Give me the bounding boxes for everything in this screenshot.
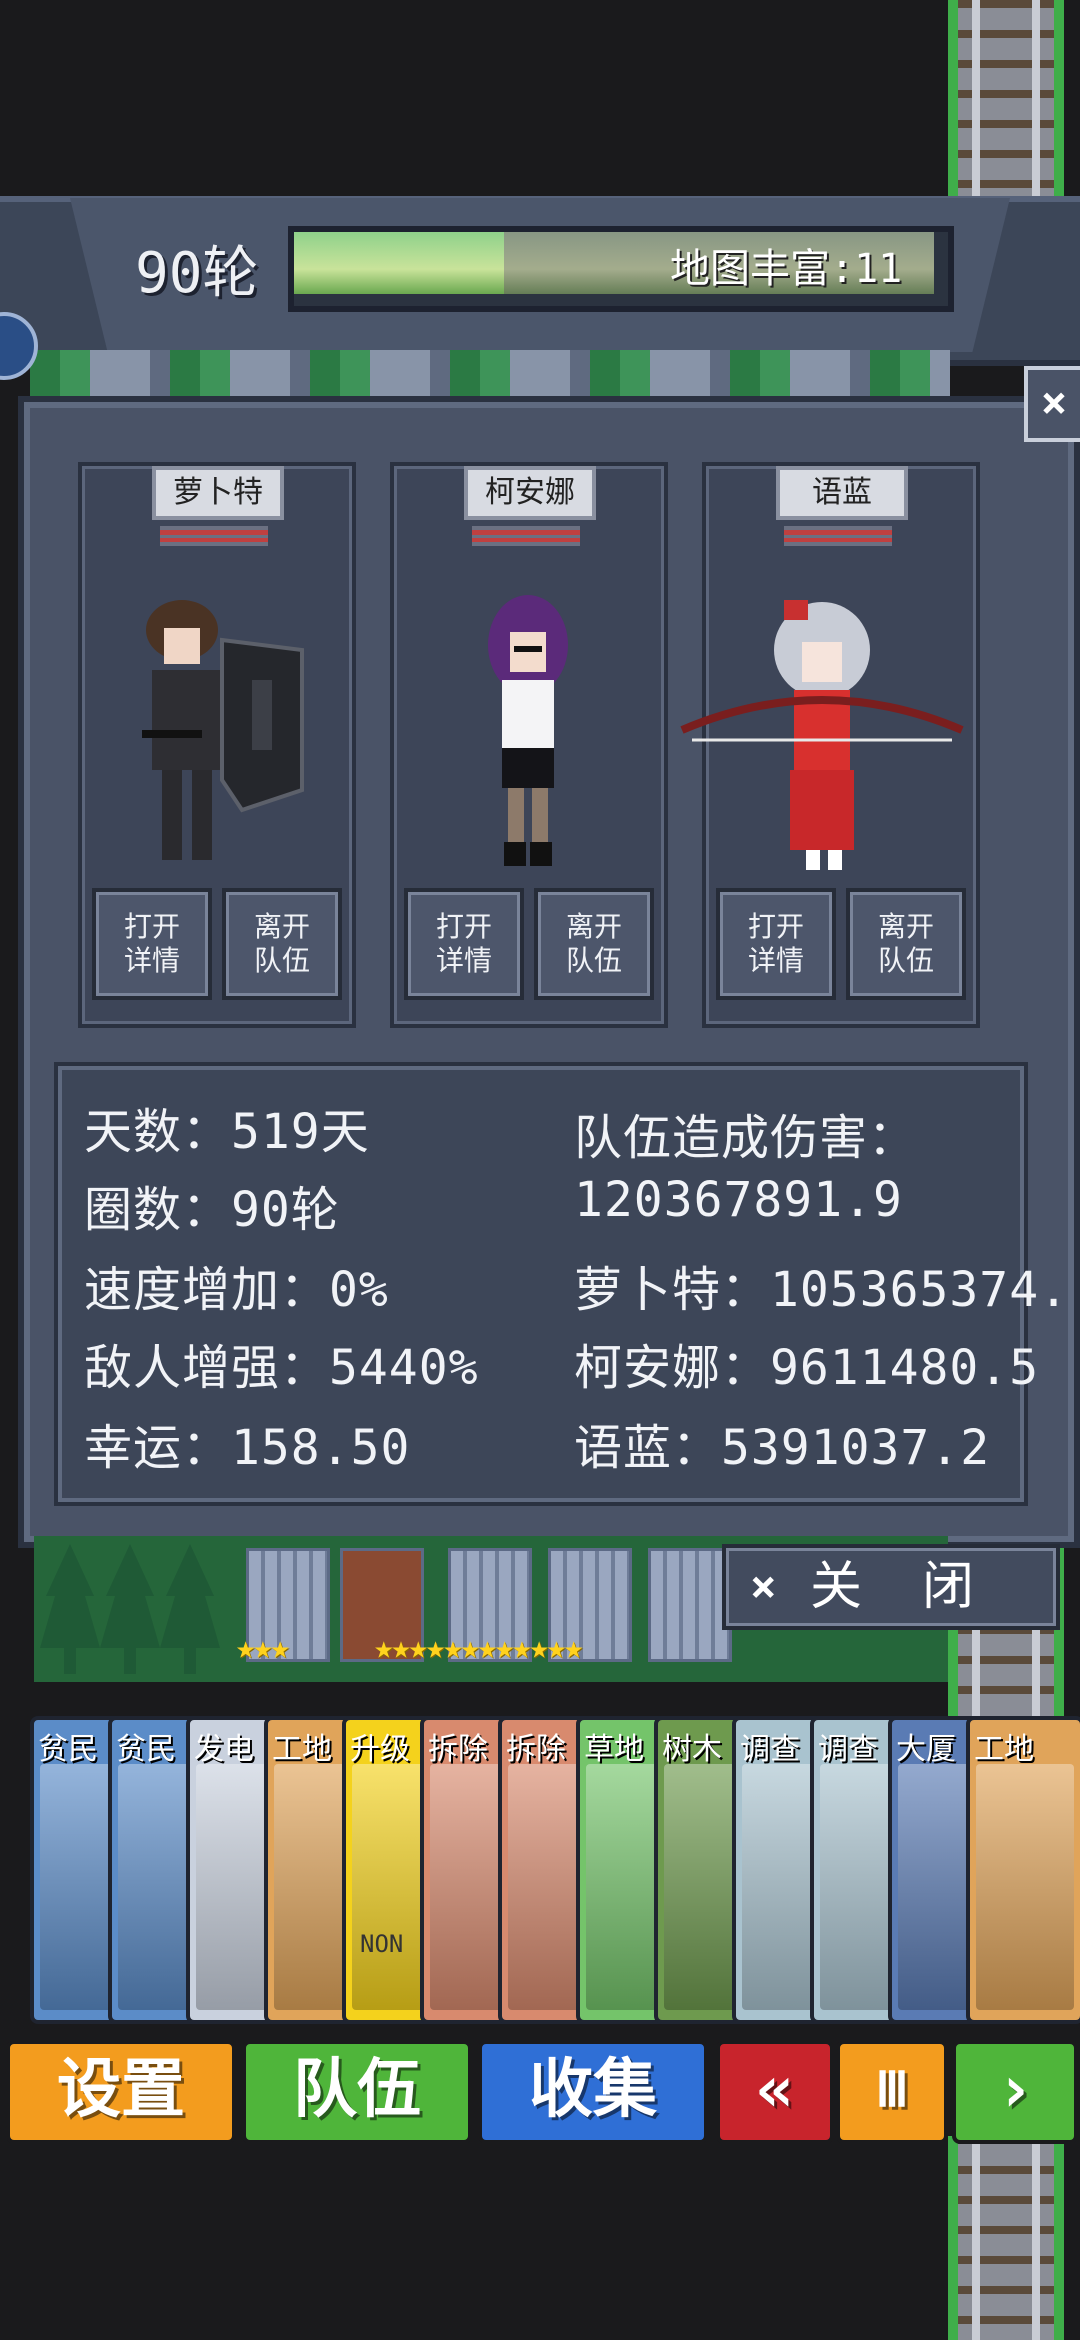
member-health-bar-3	[784, 526, 892, 546]
rewind-button[interactable]: «	[716, 2040, 834, 2144]
member-name-2: 柯安娜	[464, 466, 596, 520]
card-label: 调查	[818, 1732, 878, 1767]
card-inner-text: NON	[360, 1930, 404, 1958]
member-3-details-button[interactable]: 打开 详情	[716, 888, 836, 1000]
scenery-strip	[30, 350, 950, 396]
card-label: 调查	[740, 1732, 800, 1767]
card-label: 拆除	[428, 1732, 488, 1767]
pause-button[interactable]: Ⅲ	[836, 2040, 948, 2144]
settings-button[interactable]: 设置	[6, 2040, 236, 2144]
card-art	[976, 1764, 1074, 2010]
member-3-leave-button[interactable]: 离开 队伍	[846, 888, 966, 1000]
star-rating-icons: ★★★ ★★★★★★★★★★★★	[236, 1628, 583, 1666]
card-label: 贫民	[116, 1732, 176, 1767]
close-button[interactable]: × 关闭	[722, 1544, 1060, 1630]
stat-damage-member-2: 柯安娜：9611480.5	[574, 1340, 1040, 1396]
card-label: 大厦	[896, 1732, 956, 1767]
member-health-bar-2	[472, 526, 580, 546]
card-label: 发电	[194, 1732, 254, 1767]
collect-button[interactable]: 收集	[478, 2040, 708, 2144]
close-icon[interactable]: ×	[1024, 366, 1080, 442]
card-label: 升级	[350, 1732, 410, 1767]
team-button[interactable]: 队伍	[242, 2040, 472, 2144]
member-1-details-button[interactable]: 打开 详情	[92, 888, 212, 1000]
stat-days: 天数：519天	[84, 1104, 370, 1160]
stat-speed: 速度增加：0%	[84, 1262, 389, 1318]
card-label: 草地	[584, 1732, 644, 1767]
map-city-icon	[294, 232, 504, 294]
railway-track-top	[948, 0, 1064, 196]
character-sprite-archer	[680, 600, 964, 870]
building-icon	[648, 1548, 732, 1662]
stat-laps: 圈数：90轮	[84, 1182, 340, 1238]
building-card[interactable]: 工地	[966, 1716, 1080, 2024]
card-label: 拆除	[506, 1732, 566, 1767]
member-1-leave-button[interactable]: 离开 队伍	[222, 888, 342, 1000]
close-button-label: 关闭	[810, 1557, 1035, 1617]
map-richness-label: 地图丰富:11	[670, 246, 903, 292]
card-label: 树木	[662, 1732, 722, 1767]
member-name-1: 萝卜特	[152, 466, 284, 520]
member-health-bar-1	[160, 526, 268, 546]
card-hand: 贫民 贫民 发电 工地 升级 NON 拆除 拆除 草地 树木 调查 调查 大厦 工地	[30, 1716, 1080, 2024]
character-sprite-office-woman	[488, 595, 568, 866]
card-label: 工地	[272, 1732, 332, 1767]
stat-enemy-boost: 敌人增强：5440%	[84, 1340, 479, 1396]
member-name-3: 语蓝	[776, 466, 908, 520]
stat-damage-label: 队伍造成伤害：	[574, 1110, 918, 1166]
card-label: 工地	[974, 1732, 1034, 1767]
stat-luck: 幸运：158.50	[84, 1420, 411, 1476]
card-label: 贫民	[38, 1732, 98, 1767]
member-2-leave-button[interactable]: 离开 队伍	[534, 888, 654, 1000]
close-x-icon: ×	[750, 1561, 777, 1612]
play-button[interactable]: ›	[952, 2040, 1078, 2144]
stat-damage-member-3: 语蓝：5391037.2	[574, 1420, 991, 1476]
stat-damage-member-1: 萝卜特：105365374.	[574, 1262, 1069, 1318]
character-sprite-riot-soldier	[142, 600, 304, 860]
round-counter: 90轮	[135, 241, 259, 306]
stat-damage-total: 120367891.9	[574, 1172, 903, 1228]
member-2-details-button[interactable]: 打开 详情	[404, 888, 524, 1000]
railway-track-bottom	[948, 2136, 1064, 2340]
